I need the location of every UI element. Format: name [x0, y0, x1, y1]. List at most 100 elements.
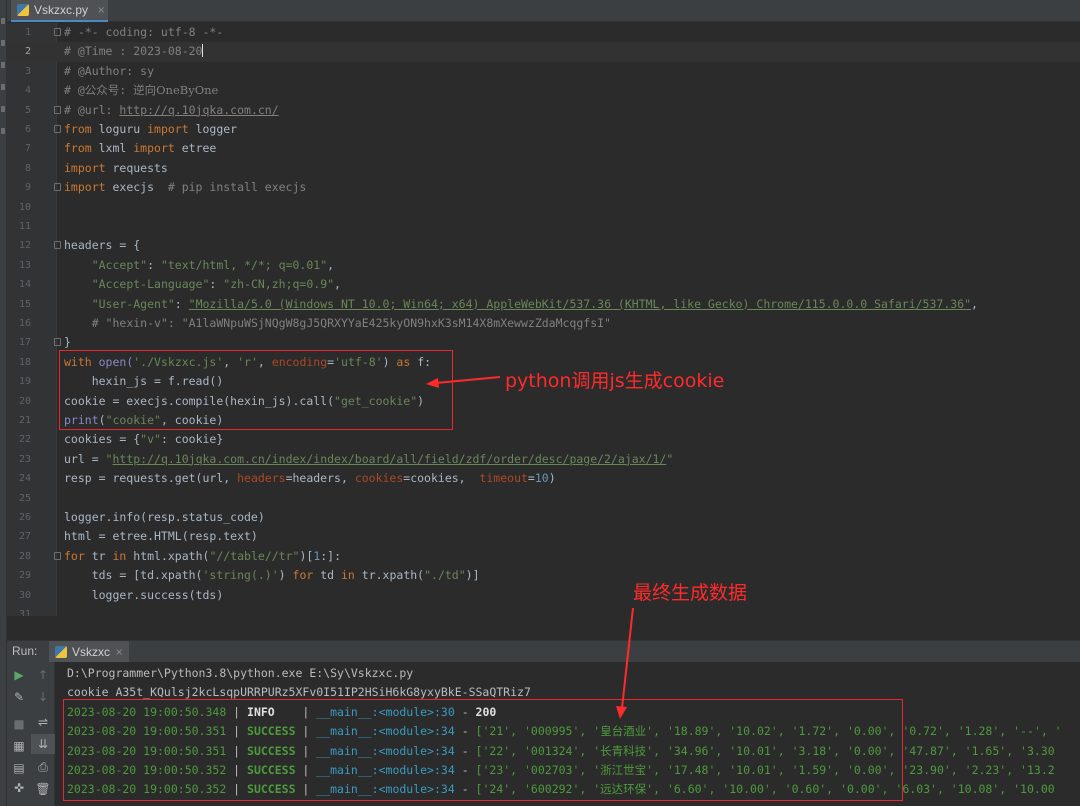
rerun-icon[interactable]: ▶	[7, 665, 31, 685]
run-panel-header: Run: Vskzxc ×	[7, 640, 1080, 663]
string-literal: "zh-CN,zh;q=0.9"	[223, 277, 335, 292]
code-line: 25	[7, 489, 1080, 508]
arrow-icon	[426, 376, 501, 388]
text-caret	[202, 44, 204, 58]
param-name: headers	[237, 471, 286, 486]
code-text: :]:	[320, 548, 342, 563]
editor-tab-bar: Vskzxc.py ×	[7, 0, 1080, 22]
python-file-icon	[17, 4, 29, 16]
code-text: resp = requests.get(url,	[64, 471, 238, 486]
code-text: =headers,	[285, 471, 355, 486]
arrow-up-icon[interactable]: ↑	[31, 665, 55, 685]
code-text: =cookies,	[403, 471, 480, 486]
keyword: in	[112, 548, 127, 563]
code-line: 26 logger.info(resp.status_code)	[7, 508, 1080, 527]
wrench-icon[interactable]: ✎	[7, 687, 31, 707]
code-line: 29 tds = [td.xpath('string(.)') for td i…	[7, 566, 1080, 585]
comment-url-link[interactable]: http://q.10jqka.com.cn/	[119, 103, 278, 117]
import-name: logger	[188, 122, 238, 136]
run-toolbar-primary: ▶ ✎ ■ ▦ ▤ ✜	[7, 662, 31, 806]
fold-icon[interactable]	[54, 551, 61, 560]
code-text: )	[278, 568, 293, 583]
code-line: 14 "Accept-Language": "zh-CN,zh;q=0.9",	[7, 275, 1080, 294]
fold-icon[interactable]	[54, 241, 61, 250]
code-text: : cookie}	[160, 432, 224, 447]
code-text: =	[527, 471, 535, 486]
fold-icon[interactable]	[54, 28, 61, 36]
code-line: 24 resp = requests.get(url, headers=heade…	[7, 469, 1080, 488]
line-number: 20	[18, 395, 31, 407]
code-line: 15 "User-Agent": "Mozilla/5.0 (Windows N…	[7, 295, 1080, 314]
keyword: for	[292, 568, 314, 583]
code-text: headers = {	[64, 238, 141, 253]
string-literal: 'string(.)'	[202, 568, 279, 583]
print-icon[interactable]: ⎙	[31, 757, 55, 777]
line-number: 12	[18, 240, 31, 252]
code-line: 27 html = etree.HTML(resp.text)	[7, 527, 1080, 546]
url-string-link[interactable]: http://q.10jqka.com.cn/index/index/board…	[112, 452, 666, 466]
line-number: 22	[18, 434, 31, 446]
code-line: 23 url = "http://q.10jqka.com.cn/index/in…	[7, 450, 1080, 469]
code-line: 3 # @Author: sy	[7, 62, 1080, 81]
number-literal: 10	[534, 471, 549, 486]
string-literal: "text/html, */*; q=0.01"	[160, 257, 328, 272]
string-literal: "Accept"	[91, 257, 148, 272]
code-text: )	[548, 471, 556, 486]
module-name: requests	[105, 160, 168, 175]
line-number: 16	[18, 318, 31, 329]
line-number: 19	[18, 376, 31, 388]
code-comment: # @Time : 2023-08-20	[64, 44, 203, 59]
code-text: tds = [td.xpath(	[91, 568, 203, 583]
code-text: cookies = {	[64, 432, 141, 447]
close-icon[interactable]: ×	[115, 647, 123, 658]
code-editor[interactable]: 1 # -*- coding: utf-8 -*- 2 # @Time : 2023…	[7, 23, 1080, 616]
line-number: 25	[18, 492, 31, 504]
line-number: 2	[24, 46, 31, 58]
keyword: in	[341, 568, 355, 583]
trash-icon[interactable]: 🗑	[31, 779, 55, 799]
pin-icon[interactable]: ✜	[7, 778, 31, 798]
left-tool-stripe[interactable]	[0, 0, 7, 806]
string-literal: "//table//tr"	[209, 548, 300, 563]
run-tab-vskzxc[interactable]: Vskzxc ×	[49, 641, 130, 663]
fold-icon[interactable]	[54, 105, 61, 114]
line-number: 26	[18, 512, 31, 523]
fold-icon[interactable]	[54, 183, 61, 192]
scroll-to-end-icon[interactable]: ⇊	[31, 734, 55, 754]
line-number: 31	[18, 609, 31, 616]
stop-icon[interactable]: ■	[7, 714, 31, 734]
line-number: 4	[24, 85, 31, 97]
code-line: 1 # -*- coding: utf-8 -*-	[7, 23, 1080, 42]
line-number: 7	[24, 143, 31, 155]
param-name: timeout	[479, 471, 528, 486]
line-number: 30	[18, 589, 31, 601]
keyword: import	[64, 180, 106, 195]
soft-wrap-icon[interactable]: ⇌	[31, 712, 55, 732]
arrow-down-icon[interactable]: ↓	[31, 687, 55, 707]
code-line: 10	[7, 198, 1080, 217]
code-text: html.xpath(	[126, 548, 210, 563]
code-line: 8 import requests	[7, 159, 1080, 178]
keyword: from	[64, 122, 92, 136]
fold-icon[interactable]	[54, 338, 61, 347]
tab-label: Vskzxc.py	[34, 3, 89, 17]
run-label: Run:	[12, 644, 38, 658]
line-number: 27	[18, 531, 31, 543]
arrow-icon	[616, 607, 634, 719]
restore-layout-icon[interactable]: ▦	[7, 736, 31, 756]
code-line: 30 logger.success(tds)	[7, 586, 1080, 605]
close-icon[interactable]: ×	[97, 5, 105, 16]
console-command-line: D:\Programmer\Python3.8\python.exe E:\Sy…	[67, 666, 414, 680]
line-number: 24	[18, 473, 31, 485]
module-name: loguru	[91, 122, 148, 136]
line-number: 6	[24, 124, 31, 135]
fold-icon[interactable]	[54, 125, 61, 133]
keyword: from	[64, 141, 92, 156]
tab-vskzxc-py[interactable]: Vskzxc.py ×	[11, 0, 108, 22]
line-number: 15	[18, 298, 31, 310]
layout-icon[interactable]: ▤	[7, 758, 31, 778]
code-text: )[	[299, 548, 314, 563]
annotation-cookie-label: python调用js生成cookie	[505, 370, 725, 392]
code-comment: # @Author: sy	[64, 63, 155, 78]
highlight-box-cookie-code	[59, 350, 453, 430]
